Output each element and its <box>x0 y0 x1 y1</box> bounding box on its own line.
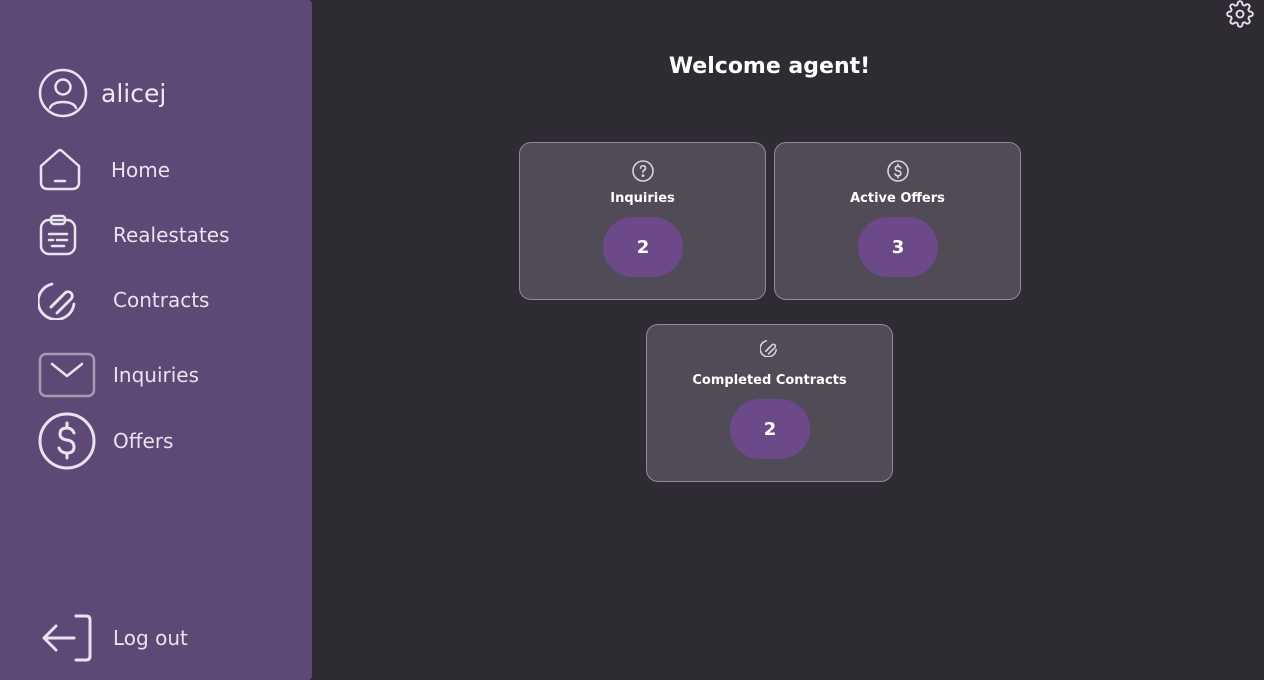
home-icon <box>38 148 82 192</box>
user-profile[interactable]: alicej <box>38 68 166 118</box>
sidebar-item-label: Inquiries <box>113 363 200 387</box>
logout-label: Log out <box>113 626 188 650</box>
sidebar-item-home[interactable]: Home <box>38 148 170 192</box>
clipboard-icon <box>38 214 78 256</box>
count-badge: 3 <box>858 217 938 277</box>
sidebar-item-offers[interactable]: Offers <box>38 412 173 470</box>
logout-icon <box>38 614 94 662</box>
card-title: Active Offers <box>850 191 945 206</box>
page-title: Welcome agent! <box>668 54 871 79</box>
paperclip-icon <box>38 280 78 320</box>
app-window: alicej Home Realestates Contracts Inquir… <box>0 0 1264 680</box>
envelope-icon <box>38 352 96 398</box>
sidebar-item-inquiries[interactable]: Inquiries <box>38 352 199 398</box>
sidebar-item-label: Realestates <box>113 223 230 247</box>
count-badge: 2 <box>730 399 810 459</box>
sidebar-item-realestates[interactable]: Realestates <box>38 214 230 256</box>
sidebar-item-label: Home <box>111 158 171 182</box>
sidebar-item-contracts[interactable]: Contracts <box>38 280 209 320</box>
sidebar: alicej Home Realestates Contracts Inquir… <box>0 0 312 680</box>
card-inquiries[interactable]: Inquiries 2 <box>519 142 766 300</box>
gear-icon[interactable] <box>1226 0 1254 28</box>
card-title: Completed Contracts <box>692 373 847 388</box>
user-circle-icon <box>38 68 88 118</box>
question-circle-icon <box>631 159 655 183</box>
count-badge: 2 <box>603 217 683 277</box>
dollar-circle-icon <box>886 159 910 183</box>
card-active-offers[interactable]: Active Offers 3 <box>774 142 1021 300</box>
card-title: Inquiries <box>610 191 675 206</box>
card-completed-contracts[interactable]: Completed Contracts 2 <box>646 324 893 482</box>
sidebar-item-label: Contracts <box>113 288 210 312</box>
main-content: Welcome agent! Inquiries 2 Active Offers… <box>312 0 1264 680</box>
logout-button[interactable]: Log out <box>38 614 188 662</box>
dollar-circle-icon <box>38 412 96 470</box>
sidebar-item-label: Offers <box>113 429 174 453</box>
paperclip-icon <box>759 339 778 358</box>
username: alicej <box>101 78 167 108</box>
